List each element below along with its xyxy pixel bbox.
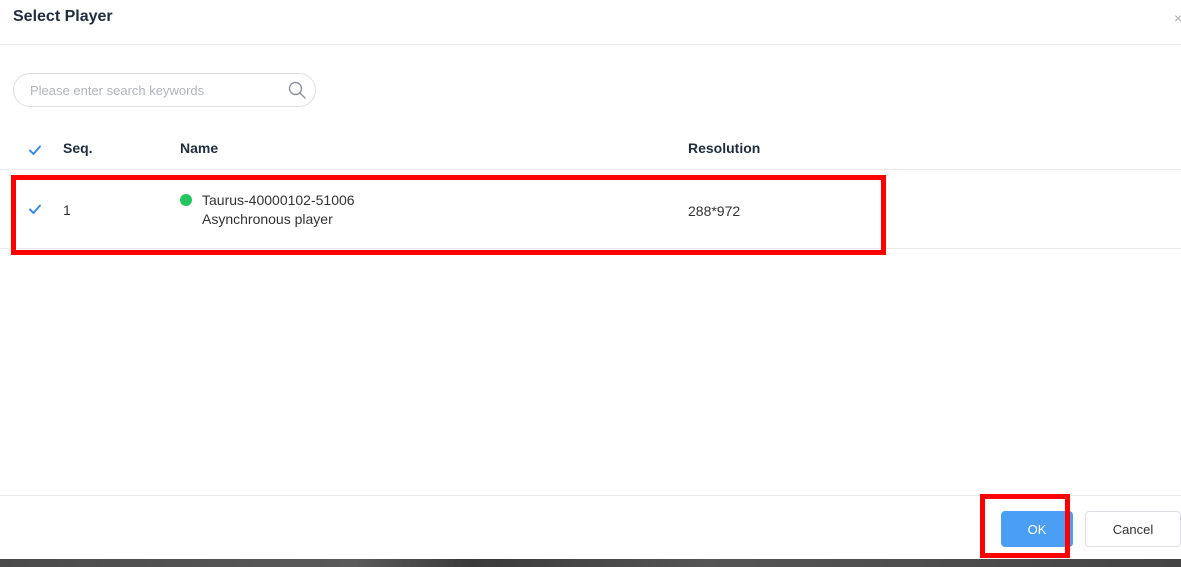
search-icon[interactable] <box>287 80 307 100</box>
table-header: Seq. Name Resolution <box>0 130 1181 170</box>
column-header-resolution[interactable]: Resolution <box>688 140 760 156</box>
select-all-checkbox[interactable] <box>27 142 43 158</box>
table-row[interactable]: 1 Taurus-40000102-51006 Asynchronous pla… <box>0 170 1181 249</box>
search-input[interactable] <box>30 81 270 99</box>
search-box <box>13 73 316 107</box>
row-checkbox[interactable] <box>27 201 43 217</box>
close-icon[interactable]: × <box>1174 10 1181 26</box>
dialog-title: Select Player <box>13 8 113 25</box>
column-header-seq[interactable]: Seq. <box>63 140 93 156</box>
online-status-icon <box>180 194 192 206</box>
ok-button[interactable]: OK <box>1001 511 1073 547</box>
cancel-button[interactable]: Cancel <box>1085 511 1181 547</box>
player-resolution: 288*972 <box>688 203 741 219</box>
column-header-name[interactable]: Name <box>180 140 218 156</box>
dialog-header: Select Player × <box>0 0 1181 45</box>
player-name: Taurus-40000102-51006 <box>202 192 355 208</box>
player-type: Asynchronous player <box>202 211 333 227</box>
dialog-footer: OK Cancel <box>0 495 1181 560</box>
row-seq: 1 <box>63 202 71 218</box>
select-player-dialog: Select Player × Seq. Name Resolution 1 T… <box>0 0 1181 567</box>
background-strip <box>0 559 1181 567</box>
